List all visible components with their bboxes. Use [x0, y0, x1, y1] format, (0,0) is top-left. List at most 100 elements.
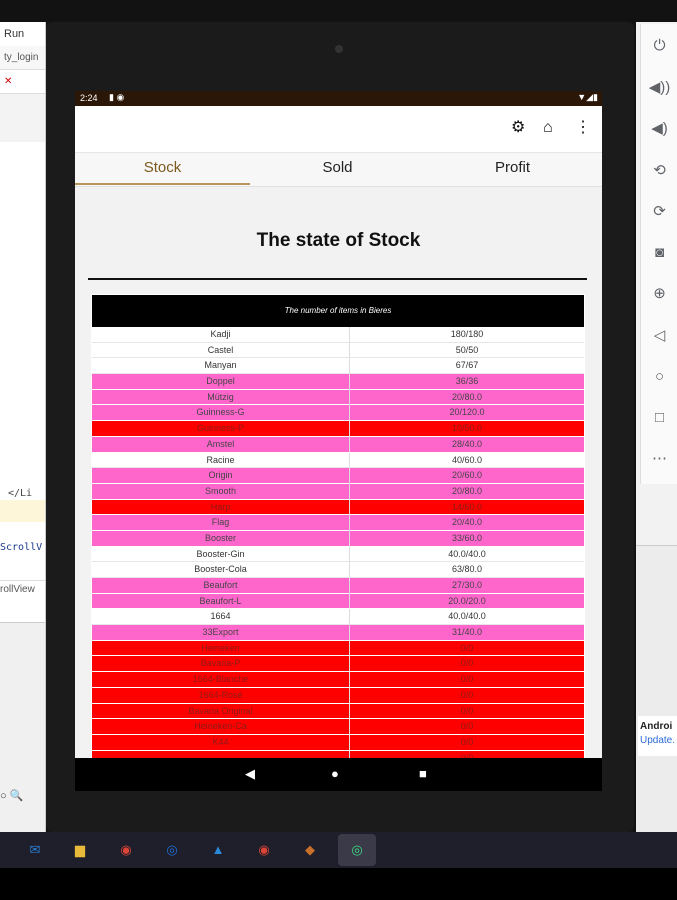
item-stock-value: 40/60.0 [451, 454, 483, 465]
ide-editor-tab[interactable]: ty_login [0, 46, 45, 70]
table-row: Booster 33/60.0 [92, 530, 584, 547]
ide-code-line: ScrollV [0, 542, 43, 553]
table-row: Castel 50/50 [92, 342, 584, 359]
emulator-controls: ⏻ ◀)) ◀) ⟲ ⟳ ◙ ⊕ ◁ ○ □ ⋯ [640, 24, 677, 484]
item-name: Doppel [92, 374, 350, 389]
item-stock-value: 0/0 [460, 658, 474, 669]
item-stock-value: 20/80.0 [451, 485, 483, 496]
table-row: Amstel 28/40.0 [92, 436, 584, 453]
home-icon[interactable]: ○ [641, 365, 677, 389]
table-row: Smooth 20/80.0 [92, 483, 584, 500]
android-studio-icon[interactable]: ◎ [338, 834, 376, 866]
device-screen: 2:24 ▮ ◉ ▼◢▮ ⚙ ⌂ ⋮ Stock Sold Profit The… [75, 91, 602, 791]
item-stock-value: 27/30.0 [451, 580, 483, 590]
table-row: 1664-Blanche 0/0 [92, 672, 584, 688]
table-row: Kadji 180/180 [92, 327, 584, 343]
ide-menu-run[interactable]: Run [0, 22, 45, 46]
mail-icon[interactable]: ✉ [24, 839, 46, 861]
chrome-icon[interactable]: ◉ [115, 839, 137, 861]
app-icon[interactable]: ◎ [161, 839, 183, 861]
item-name: Racine [92, 452, 350, 468]
gear-icon[interactable]: ⚙ [511, 120, 525, 136]
volume-up-icon[interactable]: ◀)) [641, 76, 677, 100]
table-row: Guinness-P 10/50.0 [92, 421, 584, 437]
table-row: Mützig 20/80.0 [92, 389, 584, 406]
item-name: Booster [92, 530, 350, 546]
nav-bar: ◀ ● ■ [75, 758, 602, 791]
table-row: Beaufort-L 20.0/20.0 [92, 593, 584, 610]
paint-icon[interactable]: ◆ [299, 839, 321, 861]
item-stock-value: 28/40.0 [451, 438, 483, 449]
item-name: Manyan [92, 358, 350, 374]
app-bar: ⚙ ⌂ ⋮ [75, 106, 602, 152]
stock-content[interactable]: The state of Stock The number of items i… [75, 188, 602, 768]
table-row: Booster-Cola 63/80.0 [92, 562, 584, 578]
item-name: 1664-Blanche [92, 672, 350, 687]
recents-icon[interactable]: ■ [419, 767, 427, 781]
tab-sold[interactable]: Sold [250, 153, 425, 188]
more-vert-icon[interactable]: ⋮ [575, 120, 591, 136]
tab-profit[interactable]: Profit [425, 153, 600, 188]
item-name: K44 [92, 734, 350, 750]
camera-dot [335, 45, 343, 53]
item-stock-value: 0/0 [460, 721, 474, 732]
zoom-icon[interactable]: ⊕ [641, 282, 677, 306]
item-name: Kadji [92, 327, 350, 342]
rotate-right-icon[interactable]: ⟳ [641, 200, 677, 224]
ide-bottom-panel: ○ 🔍 [0, 622, 45, 832]
item-name: Heineken-Ca [92, 719, 350, 734]
item-stock-value: 20/40.0 [451, 517, 483, 528]
overview-icon[interactable]: □ [641, 406, 677, 430]
item-stock-value: 36/36 [455, 376, 479, 387]
ide-right-bottom [636, 545, 677, 832]
table-row: Racine 40/60.0 [92, 452, 584, 469]
item-stock-value: 20/80.0 [451, 391, 483, 402]
table-row: Flag 20/40.0 [92, 515, 584, 531]
rotate-left-icon[interactable]: ⟲ [641, 159, 677, 183]
table-body: Kadji 180/180 Castel 50/50 Manyan 67/67 Doppel… [92, 327, 584, 767]
item-name: Guinness-P [92, 421, 350, 436]
screen-bottom-edge [0, 868, 677, 900]
ide-code-line: </Li [8, 488, 33, 499]
item-name: Castel [92, 342, 350, 358]
item-stock-value: 0/0 [460, 705, 474, 716]
home-icon[interactable]: ⌂ [543, 120, 553, 136]
item-stock-value: 67/67 [455, 360, 479, 371]
ide-code-editor[interactable]: </Li ScrollV [0, 142, 45, 622]
item-stock-value: 40.0/40.0 [448, 611, 486, 622]
tab-bar: Stock Sold Profit [75, 152, 602, 187]
home-icon[interactable]: ● [331, 767, 339, 781]
item-stock-value: 0/0 [460, 642, 474, 653]
back-icon[interactable]: ◀ [245, 767, 255, 781]
table-row: Manyan 67/67 [92, 358, 584, 375]
ide-toolbar: ✕ [0, 70, 45, 94]
more-icon[interactable]: ⋯ [641, 447, 677, 471]
item-name: Guinness-G [92, 405, 350, 421]
chrome-icon[interactable]: ◉ [253, 839, 275, 861]
item-stock-value: 20/120.0 [449, 407, 485, 418]
table-row: Heineken 0/0 [92, 640, 584, 657]
desktop: Run ty_login ✕ </Li ScrollV rollView ○ 🔍… [0, 0, 677, 900]
divider [88, 278, 587, 280]
update-notification[interactable]: Androi Update. [638, 716, 677, 756]
volume-down-icon[interactable]: ◀) [641, 117, 677, 141]
notification-update-link[interactable]: Update. [640, 734, 677, 748]
table-row: Bavaria Original 0/0 [92, 703, 584, 720]
file-explorer-icon[interactable]: ▆ [69, 839, 91, 861]
power-icon[interactable]: ⏻ [641, 34, 677, 58]
item-name: Heineken [92, 640, 350, 656]
photos-icon[interactable]: ▲ [207, 839, 229, 861]
camera-icon[interactable]: ◙ [641, 241, 677, 265]
item-stock-value: 33/60.0 [451, 532, 483, 543]
item-stock-value: 20/60.0 [451, 470, 483, 481]
search-icon[interactable]: ○ 🔍 [0, 789, 23, 802]
table-row: Booster-Gin 40.0/40.0 [92, 546, 584, 563]
ide-breadcrumb[interactable]: rollView [0, 580, 45, 600]
item-name: Amstel [92, 436, 350, 452]
item-name: 1664 [92, 609, 350, 625]
table-row: K44 0/0 [92, 734, 584, 751]
table-row: Harp 14/60.0 [92, 499, 584, 516]
back-icon[interactable]: ◁ [641, 324, 677, 348]
item-stock-value: 10/50.0 [451, 423, 483, 434]
table-row: Beaufort 27/30.0 [92, 578, 584, 594]
